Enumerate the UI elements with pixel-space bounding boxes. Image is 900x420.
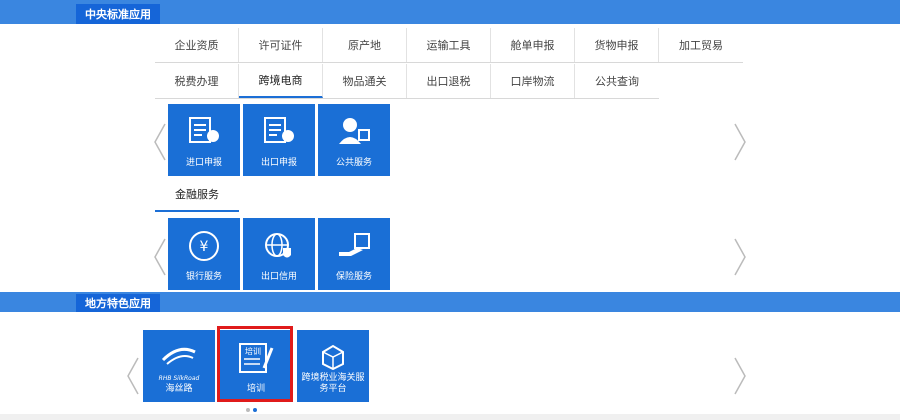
- export-declaration-icon: [264, 117, 294, 143]
- tab-export-refund[interactable]: 出口退税: [407, 64, 491, 98]
- footer-strip: [0, 414, 900, 420]
- tab-port-logistics[interactable]: 口岸物流: [491, 64, 575, 98]
- svg-text:培训: 培训: [245, 346, 261, 356]
- bank-yen-icon: ¥: [189, 231, 219, 261]
- tile-import-declaration[interactable]: 进口申报: [168, 104, 240, 176]
- training-edit-icon: 培训: [239, 343, 274, 373]
- category-tabs-row1: 企业资质 许可证件 原产地 运输工具 舱单申报 货物申报 加工贸易: [155, 28, 743, 63]
- tile-insurance-service[interactable]: 保险服务: [318, 218, 390, 290]
- next-arrow-b[interactable]: [733, 237, 747, 277]
- import-declaration-icon: [189, 117, 219, 143]
- tab-article-clearance[interactable]: 物品通关: [323, 64, 407, 98]
- silkroad-logo-icon: [161, 347, 196, 365]
- tile-label: 培训: [246, 384, 265, 394]
- tile-cross-border-service-platform[interactable]: 跨境税业海关服务平台: [297, 330, 369, 402]
- tab-goods-declaration[interactable]: 货物申报: [575, 28, 659, 62]
- tab-origin[interactable]: 原产地: [323, 28, 407, 62]
- tile-bank-service[interactable]: ¥ 银行服务: [168, 218, 240, 290]
- globe-shield-icon: [265, 233, 291, 258]
- tab-financial-service[interactable]: 金融服务: [155, 178, 239, 212]
- category-tabs-row2: 税费办理 跨境电商 物品通关 出口退税 口岸物流 公共查询: [155, 64, 659, 99]
- tab-public-query[interactable]: 公共查询: [575, 64, 659, 98]
- carousel-pagination: [246, 408, 257, 412]
- next-arrow-a[interactable]: [733, 122, 747, 162]
- prev-arrow-b[interactable]: [153, 237, 167, 277]
- tile-sublabel: RHB SilkRoad: [158, 375, 200, 382]
- chevron-right-icon: [734, 123, 746, 161]
- tab-processing-trade[interactable]: 加工贸易: [659, 28, 743, 62]
- prev-arrow-a[interactable]: [153, 122, 167, 162]
- package-service-icon: [322, 344, 344, 370]
- customer-service-icon: [339, 118, 370, 144]
- chevron-right-icon: [734, 357, 746, 395]
- tile-training[interactable]: 培训 培训: [220, 330, 292, 402]
- tab-transport[interactable]: 运输工具: [407, 28, 491, 62]
- chevron-left-icon: [127, 357, 139, 395]
- tile-label: 跨境税业海关服务平台: [301, 373, 365, 394]
- tab-license[interactable]: 许可证件: [239, 28, 323, 62]
- tile-label: 银行服务: [185, 272, 222, 282]
- tile-label: 出口申报: [260, 158, 297, 168]
- local-section-title: 地方特色应用: [76, 294, 160, 312]
- tile-label: 保险服务: [335, 272, 372, 282]
- prev-arrow-local[interactable]: [126, 356, 140, 396]
- tile-label: 进口申报: [185, 158, 222, 168]
- tile-label: 公共服务: [335, 158, 372, 168]
- tab-manifest[interactable]: 舱单申报: [491, 28, 575, 62]
- svg-text:¥: ¥: [200, 239, 209, 255]
- central-section-title: 中央标准应用: [76, 4, 160, 24]
- pagination-dot-active[interactable]: [253, 408, 257, 412]
- chevron-right-icon: [734, 238, 746, 276]
- local-section-header: 地方特色应用: [0, 292, 900, 312]
- tab-enterprise-qualification[interactable]: 企业资质: [155, 28, 239, 62]
- chevron-left-icon: [154, 123, 166, 161]
- insurance-icon: [339, 233, 370, 256]
- tab-cross-border-ecommerce[interactable]: 跨境电商: [239, 64, 323, 98]
- tab-tax[interactable]: 税费办理: [155, 64, 239, 98]
- central-section-header: 中央标准应用: [0, 0, 900, 24]
- tile-silkroad[interactable]: RHB SilkRoad 海丝路: [143, 330, 215, 402]
- tile-public-service[interactable]: 公共服务: [318, 104, 390, 176]
- pagination-dot[interactable]: [246, 408, 250, 412]
- tile-export-credit[interactable]: 出口信用: [243, 218, 315, 290]
- tile-label: 出口信用: [260, 272, 297, 282]
- tile-label: 海丝路: [165, 384, 193, 394]
- chevron-left-icon: [154, 238, 166, 276]
- tile-export-declaration[interactable]: 出口申报: [243, 104, 315, 176]
- next-arrow-local[interactable]: [733, 356, 747, 396]
- category-tabs-row3: 金融服务: [155, 178, 239, 212]
